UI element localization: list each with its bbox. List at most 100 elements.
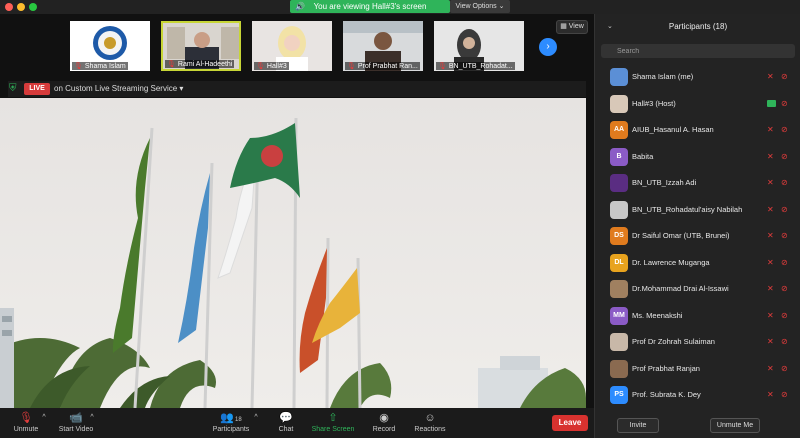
camera-off-icon: ⊘ [781, 98, 788, 108]
share-screen-button[interactable]: ⇧ Share Screen [310, 411, 356, 437]
mic-muted-icon: ✕ [767, 231, 774, 240]
avatar [610, 359, 628, 378]
participant-row[interactable]: B Babita ✕ ⊘ [595, 144, 800, 170]
mic-muted-icon: ✕ [767, 257, 774, 267]
avatar: AA [610, 121, 628, 139]
participant-name: BN_UTB_Izzah Adi [632, 178, 697, 187]
record-icon: ◉ [379, 412, 389, 424]
participant-row[interactable]: Prof Dr Zohrah Sulaiman ✕ ⊘ [595, 329, 800, 355]
camera-off-icon: ⊘ [781, 125, 788, 134]
view-options-button[interactable]: View Options ⌄ [450, 0, 510, 13]
participant-search-input[interactable] [601, 44, 795, 58]
chevron-up-icon: ^ [42, 414, 46, 421]
live-badge: LIVE [24, 83, 50, 95]
participant-row[interactable]: BN_UTB_Rohadatul'aisy Nabilah ✕ ⊘ [595, 197, 800, 223]
avatar: B [610, 147, 628, 166]
avatar: MM [610, 306, 628, 325]
camera-off-icon: ⊘ [781, 310, 788, 320]
video-thumbnail[interactable]: 🎙 Shama Islam [70, 21, 150, 71]
mic-muted-icon: 🎙 [256, 63, 265, 70]
avatar [610, 200, 628, 219]
participant-row[interactable]: MM Ms. Meenakshi ✕ ⊘ [595, 303, 800, 329]
live-stream-dropdown[interactable]: on Custom Live Streaming Service ▾ [54, 83, 183, 95]
mic-muted-icon: ✕ [767, 390, 774, 399]
mic-muted-icon: ✕ [767, 151, 774, 161]
participant-row[interactable]: DS Dr Saiful Omar (UTB, Brunei) ✕ ⊘ [595, 223, 800, 249]
mic-muted-icon: ✕ [767, 337, 774, 346]
chat-button[interactable]: 💬 Chat [274, 411, 298, 437]
unmute-button[interactable]: 🎙 Unmute [10, 411, 42, 437]
minimize-window-icon[interactable] [17, 3, 25, 11]
participants-options-chevron[interactable]: ^ [252, 411, 260, 437]
participant-name: Babita [632, 151, 654, 161]
video-thumbnail[interactable]: 🎙 Hall#3 [252, 21, 332, 71]
chat-icon: 💬 [279, 412, 293, 424]
view-button[interactable]: ▦ View [556, 20, 588, 34]
record-button[interactable]: ◉ Record [370, 411, 398, 437]
participant-row[interactable]: Prof Prabhat Ranjan ✕ ⊘ [595, 356, 800, 382]
thumbnail-name: 🎙 BN_UTB_Rohadat... [436, 62, 515, 70]
mic-muted-icon: 🎙 [347, 63, 356, 70]
participant-name: Shama Islam (me) [632, 72, 694, 81]
camera-off-icon: ⊘ [781, 72, 788, 81]
panel-title: Participants (18) [668, 22, 728, 31]
mic-muted-icon: ✕ [767, 363, 774, 373]
participants-icon: 👥18 [220, 412, 242, 424]
camera-off-icon: ⊘ [781, 204, 788, 214]
shared-screen-content [0, 98, 586, 408]
meeting-toolbar: 🎙 Unmute ^ 📹 Start Video ^ 👥18 Participa… [0, 408, 594, 438]
camera-off-icon: ⊘ [781, 363, 788, 373]
chevron-up-icon: ^ [90, 414, 94, 421]
leave-button[interactable]: Leave [552, 415, 588, 431]
participant-row[interactable]: PS Prof. Subrata K. Dey ✕ ⊘ [595, 382, 800, 408]
participant-name: Prof Prabhat Ranjan [632, 363, 700, 373]
mic-muted-icon: 🎙 [167, 61, 176, 68]
video-thumbnail[interactable]: 🎙 BN_UTB_Rohadat... [434, 21, 524, 71]
participants-button[interactable]: 👥18 Participants [210, 411, 252, 437]
mic-muted-icon: ✕ [767, 310, 774, 320]
camera-off-icon: ⊘ [781, 178, 788, 187]
mic-muted-icon: ✕ [767, 178, 774, 187]
viewing-screen-banner: 🔊 You are viewing Hall#3's screen [290, 0, 450, 13]
camera-off-icon: ⊘ [781, 337, 788, 346]
participants-panel: ⌄ Participants (18) ⚲ Shama Islam (me)✕⊘… [594, 14, 800, 438]
participant-name: Ms. Meenakshi [632, 310, 683, 320]
avatar [610, 68, 628, 86]
participant-name: Prof Dr Zohrah Sulaiman [632, 337, 715, 346]
camera-off-icon: ⊘ [781, 231, 788, 240]
mic-muted-icon: ✕ [767, 125, 774, 134]
avatar [610, 174, 628, 192]
share-screen-icon: ⇧ [328, 412, 338, 424]
camera-off-icon: ⊘ [781, 257, 788, 267]
camera-off-icon: ⊘ [781, 151, 788, 161]
maximize-window-icon[interactable] [29, 3, 37, 11]
thumbnail-name: 🎙 Hall#3 [254, 62, 289, 70]
invite-button[interactable]: Invite [617, 418, 659, 433]
thumbnail-name: 🎙 Rami Al-Hadeethi [165, 60, 235, 68]
reactions-button[interactable]: ☺ Reactions [412, 411, 448, 437]
unmute-me-button[interactable]: Unmute Me [710, 418, 760, 433]
video-thumbnail[interactable]: 🎙 Rami Al-Hadeethi [161, 21, 241, 71]
participant-row[interactable]: DL Dr. Lawrence Muganga ✕ ⊘ [595, 250, 800, 276]
participant-row[interactable]: BN_UTB_Izzah Adi ✕ ⊘ [595, 170, 800, 196]
screen-share-icon [767, 99, 776, 107]
mic-muted-icon: 🎙 [74, 63, 83, 70]
video-thumbnail[interactable]: 🎙 Prof Prabhat Ran... [343, 21, 423, 71]
avatar: PS [610, 386, 628, 404]
participant-row[interactable]: Dr.Mohammad Drai Al-Issawi ✕ ⊘ [595, 276, 800, 302]
title-bar: 🔊 You are viewing Hall#3's screen View O… [0, 0, 800, 14]
camera-off-icon: ⊘ [781, 390, 788, 399]
audio-options-chevron[interactable]: ^ [40, 411, 48, 437]
close-window-icon[interactable] [5, 3, 13, 11]
participant-row[interactable]: AA AIUB_Hasanul A. Hasan ✕ ⊘ [595, 117, 800, 143]
participant-row[interactable]: Shama Islam (me) ✕ ⊘ [595, 64, 800, 90]
next-page-button[interactable]: › [539, 38, 557, 56]
avatar: DS [610, 227, 628, 245]
live-stream-bar: ⛨ LIVE on Custom Live Streaming Service … [8, 81, 586, 97]
participant-name: Hall#3 (Host) [632, 98, 676, 108]
mic-muted-icon: 🎙 [438, 63, 447, 70]
participant-name: Dr.Mohammad Drai Al-Issawi [632, 284, 729, 293]
avatar [610, 280, 628, 298]
participant-row[interactable]: Hall#3 (Host) ⊘ [595, 91, 800, 117]
video-options-chevron[interactable]: ^ [88, 411, 96, 437]
